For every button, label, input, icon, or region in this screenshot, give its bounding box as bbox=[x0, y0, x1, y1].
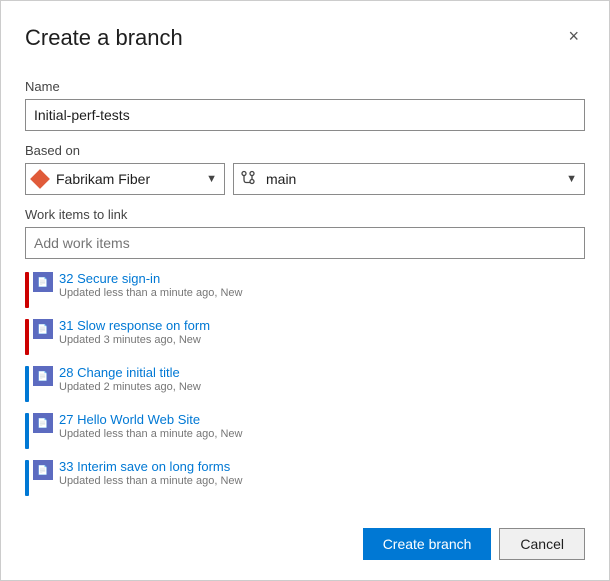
dialog-footer: Create branch Cancel bbox=[1, 516, 609, 580]
cancel-button[interactable]: Cancel bbox=[499, 528, 585, 560]
branch-select-wrapper: main ▼ bbox=[233, 163, 585, 195]
wi-color-bar bbox=[25, 413, 29, 449]
wi-title[interactable]: 28 Change initial title bbox=[59, 365, 201, 380]
wi-title[interactable]: 27 Hello World Web Site bbox=[59, 412, 242, 427]
wi-title[interactable]: 33 Interim save on long forms bbox=[59, 459, 242, 474]
branch-select[interactable]: main bbox=[233, 163, 585, 195]
repo-select-wrapper: Fabrikam Fiber ▼ bbox=[25, 163, 225, 195]
wi-type-icon: 📄 bbox=[33, 272, 53, 292]
list-item: 📄 27 Hello World Web Site Updated less t… bbox=[25, 406, 585, 453]
wi-meta: Updated 2 minutes ago, New bbox=[59, 381, 201, 393]
create-branch-button[interactable]: Create branch bbox=[363, 528, 492, 560]
wi-details: 27 Hello World Web Site Updated less tha… bbox=[59, 412, 242, 440]
create-branch-dialog: Create a branch × Name Based on Fabrikam… bbox=[0, 0, 610, 581]
list-item: 📄 32 Secure sign-in Updated less than a … bbox=[25, 265, 585, 312]
wi-color-bar bbox=[25, 366, 29, 402]
wi-details: 33 Interim save on long forms Updated le… bbox=[59, 459, 242, 487]
based-on-label: Based on bbox=[25, 143, 585, 158]
wi-type-icon: 📄 bbox=[33, 319, 53, 339]
repo-select[interactable]: Fabrikam Fiber bbox=[25, 163, 225, 195]
dialog-header: Create a branch × bbox=[1, 1, 609, 59]
name-input[interactable] bbox=[25, 99, 585, 131]
wi-type-icon: 📄 bbox=[33, 413, 53, 433]
wi-details: 28 Change initial title Updated 2 minute… bbox=[59, 365, 201, 393]
wi-title[interactable]: 32 Secure sign-in bbox=[59, 271, 242, 286]
wi-color-bar bbox=[25, 319, 29, 355]
wi-meta: Updated 3 minutes ago, New bbox=[59, 334, 210, 346]
list-item: 📄 33 Interim save on long forms Updated … bbox=[25, 453, 585, 500]
wi-color-bar bbox=[25, 272, 29, 308]
work-items-input[interactable] bbox=[25, 227, 585, 259]
wi-color-bar bbox=[25, 460, 29, 496]
wi-title[interactable]: 31 Slow response on form bbox=[59, 318, 210, 333]
close-button[interactable]: × bbox=[562, 25, 585, 47]
wi-type-icon: 📄 bbox=[33, 460, 53, 480]
dialog-body: Name Based on Fabrikam Fiber ▼ bbox=[1, 59, 609, 516]
list-item: 📄 31 Slow response on form Updated 3 min… bbox=[25, 312, 585, 359]
wi-details: 31 Slow response on form Updated 3 minut… bbox=[59, 318, 210, 346]
wi-type-icon: 📄 bbox=[33, 366, 53, 386]
dialog-title: Create a branch bbox=[25, 25, 183, 51]
wi-meta: Updated less than a minute ago, New bbox=[59, 475, 242, 487]
list-item: 📄 28 Change initial title Updated 2 minu… bbox=[25, 359, 585, 406]
wi-meta: Updated less than a minute ago, New bbox=[59, 428, 242, 440]
name-label: Name bbox=[25, 79, 585, 94]
work-items-list: 📄 32 Secure sign-in Updated less than a … bbox=[25, 265, 585, 500]
based-on-selects: Fabrikam Fiber ▼ main bbox=[25, 163, 585, 195]
work-items-label: Work items to link bbox=[25, 207, 585, 222]
wi-details: 32 Secure sign-in Updated less than a mi… bbox=[59, 271, 242, 299]
wi-meta: Updated less than a minute ago, New bbox=[59, 287, 242, 299]
